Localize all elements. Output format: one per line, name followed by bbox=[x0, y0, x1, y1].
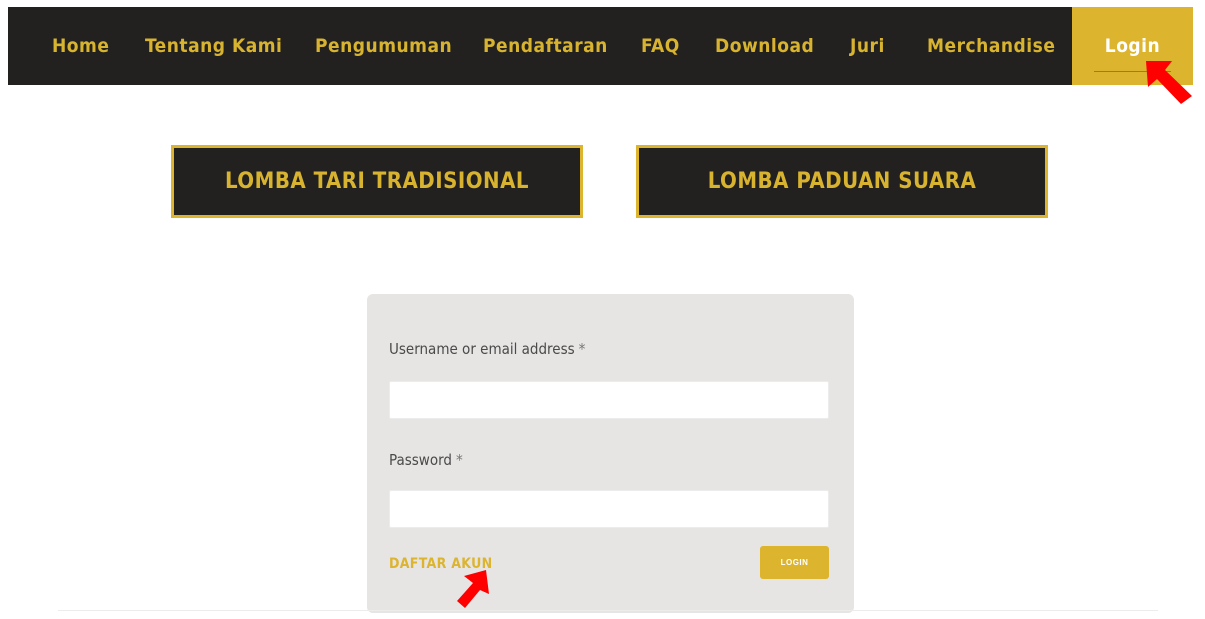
nav-item-tentang-kami[interactable]: Tentang Kami bbox=[145, 7, 282, 85]
password-required-mark: * bbox=[455, 451, 463, 469]
username-required-mark: * bbox=[578, 340, 586, 358]
nav-item-home[interactable]: Home bbox=[52, 7, 109, 85]
nav-item-juri[interactable]: Juri bbox=[850, 7, 885, 85]
nav-item-faq[interactable]: FAQ bbox=[641, 7, 680, 85]
password-label: Password * bbox=[389, 451, 463, 469]
password-input[interactable] bbox=[389, 490, 829, 528]
main-navbar: Home Tentang Kami Pengumuman Pendaftaran… bbox=[8, 7, 1193, 85]
username-label-text: Username or email address bbox=[389, 340, 575, 358]
nav-item-pengumuman[interactable]: Pengumuman bbox=[315, 7, 452, 85]
nav-item-pendaftaran[interactable]: Pendaftaran bbox=[483, 7, 608, 85]
red-pointer-arrow-icon bbox=[1146, 61, 1192, 104]
red-pointer-arrow-icon bbox=[457, 570, 489, 608]
username-label: Username or email address * bbox=[389, 340, 585, 358]
login-submit-button[interactable]: LOGIN bbox=[760, 546, 829, 579]
footer-divider bbox=[58, 610, 1158, 611]
nav-item-download[interactable]: Download bbox=[715, 7, 814, 85]
nav-item-login-label: Login bbox=[1104, 35, 1161, 57]
category-button-paduan-suara[interactable]: LOMBA PADUAN SUARA bbox=[636, 145, 1048, 218]
password-label-text: Password bbox=[389, 451, 452, 469]
nav-item-merchandise[interactable]: Merchandise bbox=[927, 7, 1055, 85]
category-button-tari-tradisional[interactable]: LOMBA TARI TRADISIONAL bbox=[171, 145, 583, 218]
login-form: Username or email address * Password * DAF… bbox=[367, 294, 854, 613]
username-input[interactable] bbox=[389, 381, 829, 419]
